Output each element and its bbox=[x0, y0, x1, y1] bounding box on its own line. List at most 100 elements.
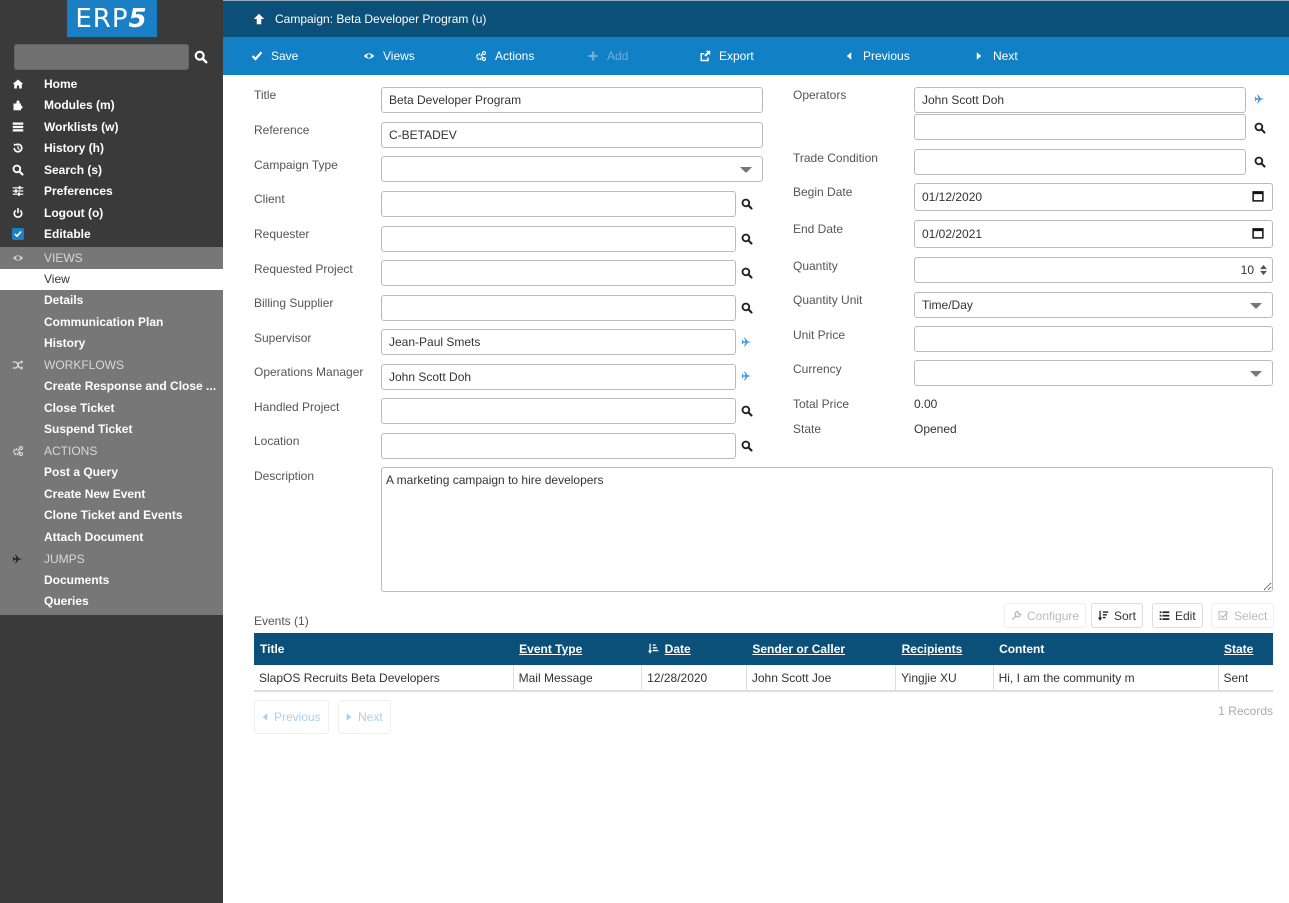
next-button[interactable]: Next bbox=[945, 37, 1057, 75]
currency-select[interactable] bbox=[914, 360, 1273, 386]
section-header-views: VIEWS bbox=[0, 247, 223, 269]
description-textarea[interactable] bbox=[381, 467, 1273, 592]
sidebar-item-modules[interactable]: Modules (m) bbox=[0, 95, 223, 117]
requester-input[interactable] bbox=[381, 226, 736, 252]
cogs-icon bbox=[12, 446, 24, 457]
reference-input[interactable] bbox=[381, 122, 763, 148]
trade-condition-label: Trade Condition bbox=[793, 151, 878, 165]
begin-date-input[interactable]: 01/12/2020 bbox=[914, 183, 1273, 211]
trade-condition-input[interactable] bbox=[914, 149, 1246, 175]
checkbox-checked-icon[interactable] bbox=[12, 228, 24, 241]
sidebar-item-create-response-and-close[interactable]: Create Response and Close ... bbox=[0, 376, 223, 398]
billing-supplier-input[interactable] bbox=[381, 295, 736, 321]
sidebar-item-preferences[interactable]: Preferences bbox=[0, 181, 223, 203]
actions-button[interactable]: Actions bbox=[447, 37, 559, 75]
sidebar-item-attach-document[interactable]: Attach Document bbox=[0, 527, 223, 549]
sidebar-item-suspend-ticket[interactable]: Suspend Ticket bbox=[0, 419, 223, 441]
client-input[interactable] bbox=[381, 191, 736, 217]
add-button[interactable]: Add bbox=[559, 37, 671, 75]
column-header-state[interactable]: State bbox=[1218, 633, 1273, 665]
sidebar-item-clone-ticket-and-events[interactable]: Clone Ticket and Events bbox=[0, 505, 223, 527]
sidebar-item-logout[interactable]: Logout (o) bbox=[0, 202, 223, 224]
chevron-down-icon bbox=[1250, 303, 1262, 309]
sidebar-item-label: Editable bbox=[44, 227, 91, 242]
campaign-type-label: Campaign Type bbox=[254, 158, 338, 172]
search-icon[interactable] bbox=[1254, 156, 1266, 168]
search-icon[interactable] bbox=[741, 233, 753, 245]
page-title[interactable]: Campaign: Beta Developer Program (u) bbox=[275, 12, 486, 26]
wrench-icon bbox=[1011, 610, 1022, 621]
search-icon[interactable] bbox=[741, 198, 753, 210]
sidebar-item-details[interactable]: Details bbox=[0, 290, 223, 312]
sidebar-item-history-view[interactable]: History bbox=[0, 333, 223, 355]
views-label: Views bbox=[383, 49, 415, 63]
calendar-icon[interactable] bbox=[1252, 190, 1264, 202]
campaign-type-select[interactable] bbox=[381, 156, 763, 182]
quantity-stepper[interactable]: 10 bbox=[914, 257, 1273, 283]
supervisor-input[interactable] bbox=[381, 329, 736, 355]
search-icon[interactable] bbox=[741, 440, 753, 452]
column-header-sender[interactable]: Sender or Caller bbox=[746, 633, 896, 665]
title-input[interactable] bbox=[381, 87, 763, 113]
sort-button[interactable]: Sort bbox=[1091, 603, 1144, 628]
search-icon[interactable] bbox=[741, 405, 753, 417]
handled-project-input[interactable] bbox=[381, 398, 736, 424]
select-button[interactable]: Select bbox=[1211, 603, 1275, 628]
pager-next-button[interactable]: Next bbox=[338, 700, 391, 734]
operators-input[interactable] bbox=[914, 87, 1246, 113]
end-date-value: 01/02/2021 bbox=[922, 227, 983, 241]
search-icon[interactable] bbox=[1254, 122, 1266, 134]
plane-icon[interactable] bbox=[741, 336, 753, 348]
requested-project-input[interactable] bbox=[381, 260, 736, 286]
sidebar-item-history[interactable]: History (h) bbox=[0, 138, 223, 160]
select-label: Select bbox=[1234, 608, 1268, 623]
sidebar-item-close-ticket[interactable]: Close Ticket bbox=[0, 398, 223, 420]
unit-price-label: Unit Price bbox=[793, 328, 846, 342]
operators-add-input[interactable] bbox=[914, 114, 1246, 140]
pager-previous-button[interactable]: Previous bbox=[254, 700, 329, 734]
column-header-label: Recipients bbox=[901, 642, 963, 656]
sort-icon bbox=[1098, 610, 1109, 621]
sidebar-item-home[interactable]: Home bbox=[0, 73, 223, 95]
column-header-event-type[interactable]: Event Type bbox=[513, 633, 642, 665]
sidebar-item-queries[interactable]: Queries bbox=[0, 591, 223, 613]
column-header-label: Event Type bbox=[519, 642, 583, 656]
cell-title[interactable]: SlapOS Recruits Beta Developers bbox=[254, 665, 514, 692]
views-button[interactable]: Views bbox=[335, 37, 447, 75]
page-header: Campaign: Beta Developer Program (u) bbox=[223, 0, 1289, 37]
spinner-icon[interactable] bbox=[1259, 264, 1268, 276]
erp5-logo[interactable]: ERP5 bbox=[66, 0, 157, 37]
save-button[interactable]: Save bbox=[223, 37, 335, 75]
end-date-input[interactable]: 01/02/2021 bbox=[914, 220, 1273, 248]
plane-icon[interactable] bbox=[1254, 93, 1266, 105]
unit-price-input[interactable] bbox=[914, 326, 1273, 352]
sidebar-item-documents[interactable]: Documents bbox=[0, 570, 223, 592]
operations-manager-input[interactable] bbox=[381, 364, 736, 390]
sidebar-item-editable[interactable]: Editable bbox=[0, 224, 223, 246]
column-header-recipients[interactable]: Recipients bbox=[895, 633, 994, 665]
sidebar-item-view[interactable]: View bbox=[0, 268, 223, 290]
column-header-date[interactable]: Date bbox=[641, 633, 747, 665]
search-icon[interactable] bbox=[741, 302, 753, 314]
calendar-icon[interactable] bbox=[1252, 227, 1264, 239]
search-icon[interactable] bbox=[741, 267, 753, 279]
search-icon[interactable] bbox=[194, 50, 208, 64]
sidebar-item-worklists[interactable]: Worklists (w) bbox=[0, 116, 223, 138]
quantity-unit-select[interactable]: Time/Day bbox=[914, 292, 1273, 318]
arrow-up-icon[interactable] bbox=[253, 13, 265, 25]
sidebar-item-search[interactable]: Search (s) bbox=[0, 159, 223, 181]
export-button[interactable]: Export bbox=[671, 37, 815, 75]
sidebar-item-create-new-event[interactable]: Create New Event bbox=[0, 484, 223, 506]
configure-button[interactable]: Configure bbox=[1004, 603, 1087, 628]
sidebar-item-post-a-query[interactable]: Post a Query bbox=[0, 462, 223, 484]
edit-button[interactable]: Edit bbox=[1152, 603, 1203, 628]
sidebar-item-communication-plan[interactable]: Communication Plan bbox=[0, 312, 223, 334]
sidebar-item-label: History (h) bbox=[44, 141, 104, 156]
sidebar-search-input[interactable] bbox=[14, 43, 189, 70]
previous-button[interactable]: Previous bbox=[815, 37, 945, 75]
plane-icon[interactable] bbox=[741, 370, 753, 382]
section-header-label: ACTIONS bbox=[44, 444, 98, 459]
actions-label: Actions bbox=[495, 49, 535, 63]
location-input[interactable] bbox=[381, 433, 736, 459]
table-row[interactable]: SlapOS Recruits Beta Developers Mail Mes… bbox=[254, 665, 1273, 692]
